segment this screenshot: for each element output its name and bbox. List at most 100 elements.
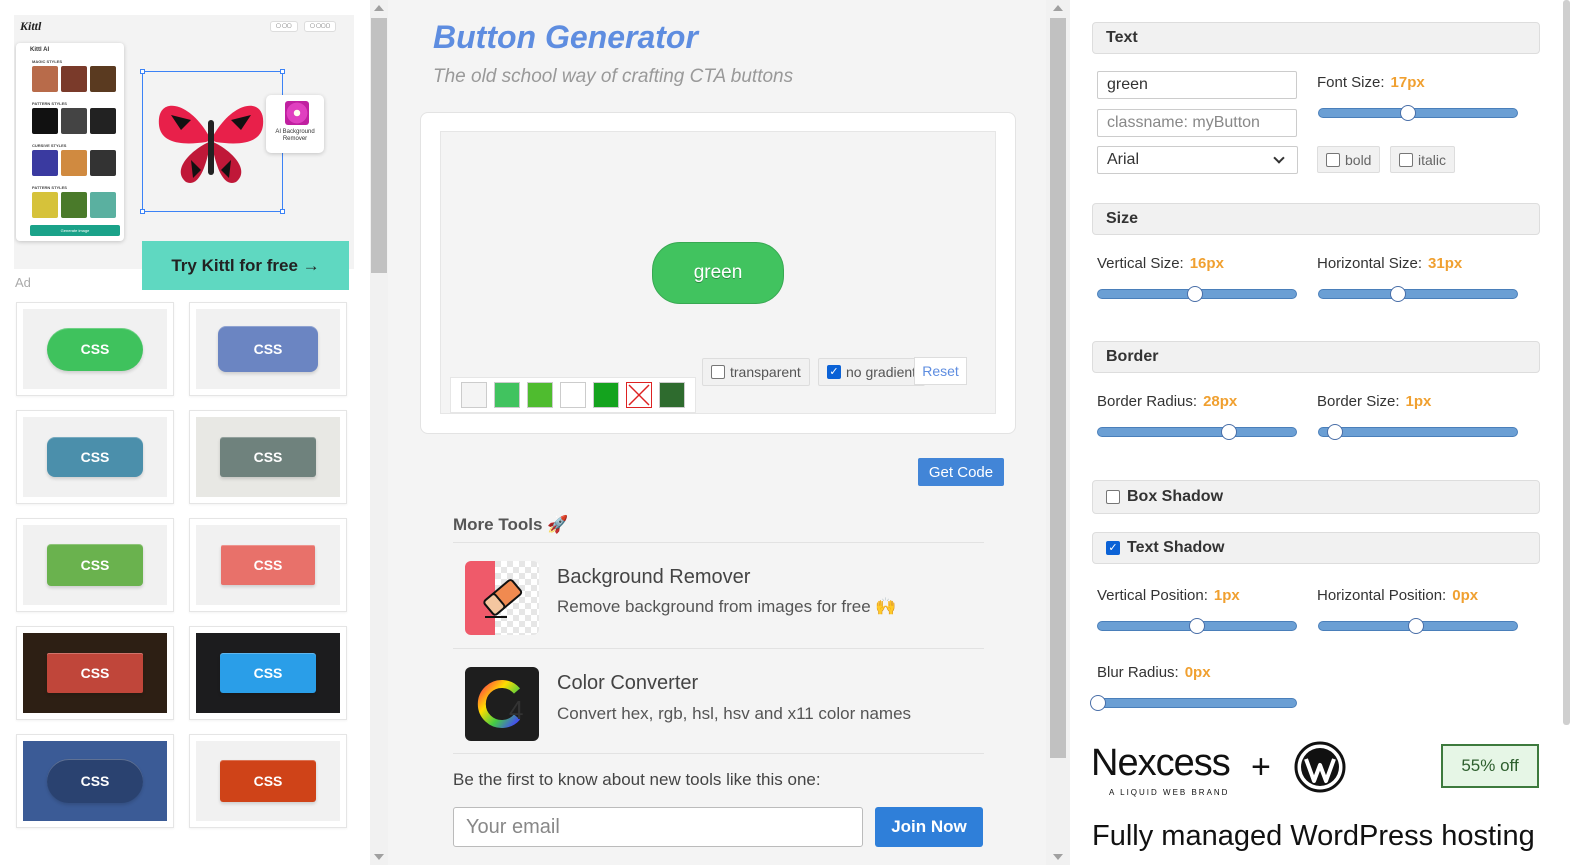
scrollbar-thumb[interactable] [1050,18,1066,758]
flower-icon [285,101,309,125]
horizontal-position-value: 0px [1452,587,1479,604]
join-now-button[interactable]: Join Now [875,807,983,847]
color-swatch[interactable] [659,382,685,408]
slider-knob[interactable] [1400,105,1417,121]
box-shadow-checkbox[interactable] [1106,490,1120,504]
preset-button[interactable]: CSS [221,545,315,585]
preset-button[interactable]: CSS [47,437,143,477]
preset-button[interactable]: CSS [47,653,143,693]
blur-radius-slider[interactable] [1090,695,1297,711]
eraser-icon[interactable] [465,561,539,635]
vertical-position-slider[interactable] [1097,618,1297,634]
slider-knob[interactable] [1220,424,1237,440]
color-converter-icon[interactable]: 4 [465,667,539,741]
preset-thumbnail[interactable]: CSS [189,734,347,828]
text-shadow-checkbox[interactable]: ✓ [1106,541,1120,555]
italic-checkbox[interactable] [1399,152,1413,167]
kittl-ad[interactable]: Kittl ▢ ▢▢ ▢ ▢▢▢ Kittl AI MAGIC STYLES P… [14,15,354,269]
preset-button[interactable]: CSS [218,326,318,372]
preset-button[interactable]: CSS [47,327,143,371]
transparent-label: transparent [730,364,801,380]
preset-thumbnail[interactable]: CSS [16,734,174,828]
reset-button[interactable]: Reset [914,357,967,385]
italic-option[interactable]: italic [1390,146,1456,173]
divider [453,753,984,754]
section-title: Text Shadow [1127,539,1225,556]
tool-title-background-remover[interactable]: Background Remover [557,566,750,589]
transparent-checkbox[interactable] [711,365,725,379]
preset-button[interactable]: CSS [47,544,143,586]
preset-button[interactable]: CSS [220,437,316,477]
color-swatch[interactable] [527,382,553,408]
section-title: Border [1106,348,1159,365]
text-shadow-header[interactable]: ✓ Text Shadow [1092,532,1540,564]
ad-headline[interactable]: Fully managed WordPress hosting [1092,820,1535,853]
preset-button[interactable]: CSS [47,759,143,803]
preset-thumbnail[interactable]: CSS [189,626,347,720]
classname-input[interactable] [1097,109,1297,137]
main-scrollbar[interactable] [1046,0,1070,865]
get-code-button[interactable]: Get Code [918,458,1004,486]
bold-option[interactable]: bold [1317,146,1381,173]
preset-button[interactable]: CSS [220,653,316,693]
tool-title-color-converter[interactable]: Color Converter [557,672,698,695]
slider-knob[interactable] [1189,618,1205,634]
font-size-slider[interactable] [1318,105,1518,121]
no-gradient-checkbox[interactable]: ✓ [827,365,841,379]
settings-scrollbar[interactable] [1563,0,1570,725]
slider-knob[interactable] [1326,424,1343,440]
wordpress-logo-icon [1294,741,1346,793]
preset-preview: CSS [196,417,340,497]
kittl-thumb-row [32,150,116,176]
preset-thumbnail[interactable]: CSS [189,302,347,396]
scroll-up-arrow-icon[interactable] [374,5,384,11]
discount-badge[interactable]: 55% off [1441,744,1539,788]
label-text: Vertical Position: [1097,587,1208,604]
bold-checkbox[interactable] [1326,152,1340,167]
border-size-label: Border Size: 1px [1317,393,1431,410]
color-swatch[interactable] [593,382,619,408]
left-scrollbar[interactable] [370,0,388,865]
slider-knob[interactable] [1090,695,1106,711]
preset-thumbnail[interactable]: CSS [189,518,347,612]
blur-radius-label: Blur Radius: 0px [1097,664,1211,681]
scroll-down-arrow-icon[interactable] [374,854,384,860]
scroll-up-arrow-icon[interactable] [1053,5,1063,11]
preset-thumbnail[interactable]: CSS [189,410,347,504]
preset-thumbnail[interactable]: CSS [16,626,174,720]
color-swatch[interactable] [461,382,487,408]
vertical-size-label: Vertical Size: 16px [1097,255,1224,272]
preset-thumbnail[interactable]: CSS [16,302,174,396]
vertical-position-value: 1px [1213,587,1240,604]
settings-panel: Text Arial Font Size: 17px bold italic Si… [1070,0,1590,865]
border-radius-slider[interactable] [1097,424,1297,440]
try-kittl-button[interactable]: Try Kittl for free → [142,241,349,290]
horizontal-position-slider[interactable] [1318,618,1518,634]
no-gradient-option[interactable]: ✓ no gradient [818,358,926,386]
color-swatch[interactable] [494,382,520,408]
scroll-down-arrow-icon[interactable] [1053,854,1063,860]
nexcess-logo[interactable]: Nexcess [1091,742,1231,785]
horizontal-size-value: 31px [1428,255,1463,272]
main-content: Button Generator The old school way of c… [388,0,1046,865]
preview-button[interactable]: green [652,242,784,304]
scrollbar-thumb[interactable] [371,18,387,273]
preset-button[interactable]: CSS [220,760,316,802]
email-input[interactable] [453,807,863,847]
slider-knob[interactable] [1390,286,1407,302]
font-family-select[interactable]: Arial [1097,146,1298,174]
slider-knob[interactable] [1187,286,1204,302]
preset-thumbnail[interactable]: CSS [16,410,174,504]
no-color-swatch[interactable] [626,382,652,408]
horizontal-size-slider[interactable] [1318,286,1518,302]
preset-thumbnail[interactable]: CSS [16,518,174,612]
vertical-size-slider[interactable] [1097,286,1297,302]
transparent-option[interactable]: transparent [702,358,810,386]
button-text-input[interactable] [1097,71,1297,99]
text-section-header: Text [1092,22,1540,54]
slider-knob[interactable] [1408,618,1425,634]
box-shadow-header[interactable]: Box Shadow [1092,480,1540,514]
preset-preview: CSS [196,309,340,389]
border-size-slider[interactable] [1318,424,1518,440]
color-swatch[interactable] [560,382,586,408]
